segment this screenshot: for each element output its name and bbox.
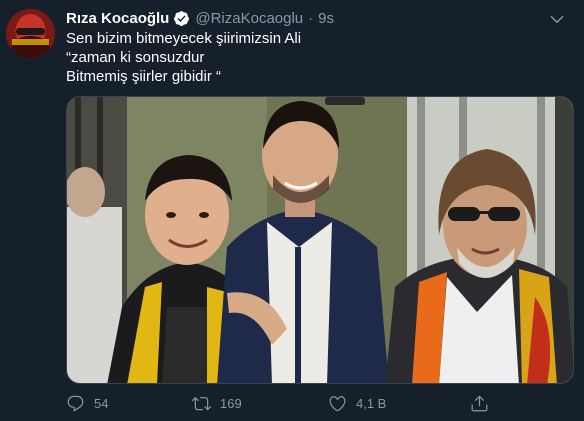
avatar[interactable] (6, 9, 55, 58)
retweet-icon (192, 396, 211, 410)
tweet-text-line: “zaman ki sonsuzdur (66, 49, 205, 66)
share-icon (471, 395, 488, 411)
tweet-text-line: Bitmemiş şiirler gibidir “ (66, 68, 222, 85)
share-button[interactable] (470, 392, 489, 414)
tweet-header: Rıza Kocaoğlu @RizaKocaoglu · 9s (66, 8, 334, 28)
reply-count: 54 (94, 395, 109, 411)
author-name[interactable]: Rıza Kocaoğlu (66, 10, 169, 27)
like-button[interactable]: 4,1 B (328, 392, 386, 414)
tweet[interactable]: Rıza Kocaoğlu @RizaKocaoglu · 9s Sen biz… (0, 0, 584, 421)
like-count: 4,1 B (356, 395, 387, 411)
reply-icon (67, 395, 84, 411)
author-handle[interactable]: @RizaKocaoglu (195, 10, 303, 27)
retweet-count: 169 (220, 395, 242, 411)
tweet-text-line: Sen bizim bitmeyecek şiirimizsin Ali (66, 30, 302, 47)
heart-icon (329, 395, 346, 411)
timestamp[interactable]: 9s (318, 10, 334, 27)
tweet-actions: 54 169 4,1 B (66, 392, 566, 414)
chevron-down-icon[interactable] (548, 10, 566, 28)
tweet-photo[interactable] (66, 96, 574, 384)
reply-button[interactable]: 54 (66, 392, 108, 414)
tweet-text: Sen bizim bitmeyecek şiirimizsin Ali “za… (66, 29, 566, 86)
separator-dot: · (308, 9, 314, 27)
verified-badge-icon (174, 10, 190, 26)
retweet-button[interactable]: 169 (192, 392, 242, 414)
